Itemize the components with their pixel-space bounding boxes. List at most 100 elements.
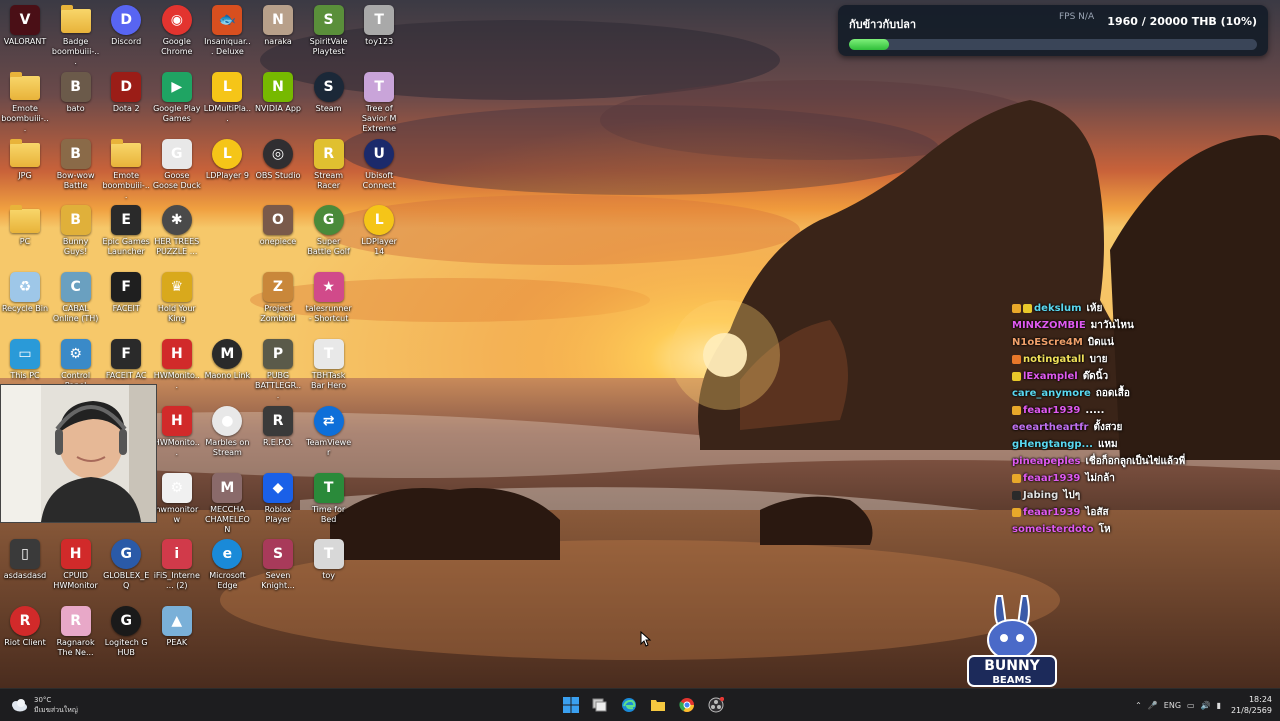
desktop-icon-hwmonito[interactable]: H HWMonito... [152,401,202,458]
chat-message: Jabing ไปๆ [1012,487,1272,504]
edge-taskbar-button[interactable] [614,693,643,717]
desktop-icon-ldplayer-14[interactable]: L LDPlayer 14 [354,200,404,257]
chrome-taskbar-button[interactable] [672,693,701,717]
desktop-icon-google-chrome[interactable]: ◉ Google Chrome [152,0,202,57]
desktop-icon-faceit-ac[interactable]: F FACEIT AC [101,334,151,381]
desktop-icon-label: LDMultiPla... [203,103,251,123]
obs-taskbar-button[interactable] [701,693,730,717]
chat-username: pineapeples [1012,456,1081,467]
clock-date: 21/8/2569 [1230,706,1272,715]
desktop-icon-globlex-eq[interactable]: G GLOBLEX_EQ [101,534,151,591]
volume-icon[interactable]: 🔊 [1201,701,1211,710]
desktop-icon-naraka[interactable]: Nnaraka [253,0,303,47]
display-icon[interactable]: ▭ [1187,701,1195,710]
desktop-icon-ldplayer-9[interactable]: L LDPlayer 9 [202,134,252,181]
desktop-icon-this-pc[interactable]: ▭ This PC [0,334,50,381]
dota-2-icon: D [111,71,142,102]
desktop-icon-super-battle-golf[interactable]: G Super Battle Golf [304,200,354,257]
chat-text: ..... [1085,405,1105,416]
desktop-icon-recycle-bin[interactable]: ♻ Recycle Bin [0,267,50,314]
desktop-icon-ubisoft-connect[interactable]: U Ubisoft Connect [354,134,404,191]
desktop-icon-label: Steam [315,103,342,113]
desktop-icon-emote-boombuiii[interactable]: Emote boombuiii-... [0,67,50,134]
desktop-icon-discord[interactable]: D Discord [101,0,151,47]
desktop-icon-nvidia-app[interactable]: N NVIDIA App [253,67,303,114]
desktop-icon-asdasdasd[interactable]: ▯ asdasdasd [0,534,50,581]
desktop-icon-steam[interactable]: S Steam [304,67,354,114]
desktop-icon-emote-boombuiii[interactable]: Emote boombuiii-... [101,134,151,201]
file-explorer-taskbar-button[interactable] [643,693,672,717]
desktop-icon-microsoft-edge[interactable]: e Microsoft Edge [202,534,252,591]
stream-chat-overlay: dekslum เห้ย MINKZOMBIE มาวันไหน N1oEScre4M บ… [1012,300,1272,538]
chat-text: ไปๆ [1063,490,1081,501]
desktop-icon-bow-wow-battle[interactable]: B Bow-wow Battle [51,134,101,191]
desktop-icon-peak[interactable]: ▲ PEAK [152,601,202,648]
taskbar: 30°C มีเมฆส่วนใหญ่ ⌃ 🎤 ENG ▭ 🔊 ▮ 18:24 2… [0,688,1280,721]
desktop-icon-r-e-p-o[interactable]: R R.E.P.O. [253,401,303,448]
desktop-icon-epic-games-launcher[interactable]: E Epic Games Launcher [101,200,151,257]
desktop-icon-cabal-online-th[interactable]: C CABAL Online (TH) [51,267,101,324]
nvidia-app-icon: N [263,71,293,102]
desktop-icon-stream-racer[interactable]: R Stream Racer [304,134,354,191]
desktop-icon-spiritvale-playtest[interactable]: S SpiritVale Playtest [304,0,354,57]
desktop-icon-dota-2[interactable]: D Dota 2 [101,67,151,114]
desktop-icon-logitech-g-hub[interactable]: G Logitech G HUB [101,601,151,658]
desktop-icon-tree-of-savior-m-extreme[interactable]: T Tree of Savior M Extreme [354,67,404,134]
desktop-icon-control-panel[interactable]: ⚙Control Panel [51,334,101,391]
chat-badge-icon [1012,491,1021,500]
desktop-icon-ldmultipla[interactable]: L LDMultiPla... [202,67,252,124]
desktop-icon-maono-link[interactable]: M Maono Link [202,334,252,381]
desktop-icon-bato[interactable]: Bbato [51,67,101,114]
show-hidden-icons-chevron-icon[interactable]: ⌃ [1135,701,1142,710]
desktop-icon-onepiece[interactable]: Oonepiece [253,200,303,247]
google-chrome-icon: ◉ [161,5,192,35]
desktop-icon-ifis-interne-2[interactable]: i iFiS_Interne... (2) [152,534,202,591]
desktop-icon-seven-knight[interactable]: S Seven Knight... [253,534,303,591]
edge-icon [621,698,636,712]
desktop-icon-pc[interactable]: PC [0,200,50,247]
desktop-icon-faceit[interactable]: F FACEIT [101,267,151,314]
desktop-icon-roblox-player[interactable]: ◆ Roblox Player [253,468,303,525]
desktop-icon-insaniquar-deluxe[interactable]: 🐟 Insaniquar... Deluxe [202,0,252,57]
desktop-icon-project-zomboid[interactable]: Z Project Zomboid [253,267,303,324]
desktop-icon-google-play-games[interactable]: ▶ Google Play Games [152,67,202,124]
desktop-icon-toy[interactable]: Ttoy [304,534,354,581]
desktop-icon-cpuid-hwmonitor[interactable]: H CPUID HWMonitor [51,534,101,591]
language-indicator[interactable]: ENG [1164,701,1181,710]
hold-your-king-icon: ♛ [161,272,192,303]
battery-icon[interactable]: ▮ [1217,701,1221,710]
desktop-icon-time-for-bed[interactable]: T Time for Bed [304,468,354,525]
desktop-icon-pubg-battlegr[interactable]: P PUBG BATTLEGR... [253,334,303,401]
start-button[interactable] [556,693,585,717]
weather-widget[interactable]: 30°C มีเมฆส่วนใหญ่ [10,693,78,717]
clock[interactable]: 18:24 21/8/2569 [1231,694,1272,716]
desktop-icon-badge-boombuiii[interactable]: Badge boombuiii-... [51,0,101,67]
task-view-button[interactable] [585,693,614,717]
desktop-icon-goose-goose-duck[interactable]: G Goose Goose Duck [152,134,202,191]
desktop-icon-talesrunner-shortcut[interactable]: ★ talesrunner - Shortcut [304,267,354,324]
desktop-icon-riot-client[interactable]: R Riot Client [0,601,50,648]
desktop-icon-label: LDPlayer 14 [361,237,397,257]
goal-title: กับข้าวกับปลา [849,18,917,31]
obs-studio-icon: ◎ [263,138,293,169]
desktop-icon-tbhtask-bar-hero[interactable]: T TBHTask Bar Hero [304,334,354,391]
desktop-icon-obs-studio[interactable]: ◎ OBS Studio [253,134,303,181]
desktop-icon-label: asdasdasd [3,571,47,581]
desktop-icon-her-trees-puzzle[interactable]: ✱ HER TREES PUZZLE ... [152,200,202,257]
desktop-icon-hold-your-king[interactable]: ♛ Hold Your King [152,267,202,324]
desktop-icon-valorant[interactable]: V VALORANT [0,0,50,47]
desktop-icon-label: HWMonito... [153,371,200,390]
desktop-icon-bunny-guys[interactable]: B Bunny Guys! [51,200,101,257]
desktop-icon-teamviewer[interactable]: ⇄ TeamViewer [304,401,354,458]
desktop-icon-hwmonito[interactable]: H HWMonito... [152,334,202,391]
microphone-icon[interactable]: 🎤 [1148,701,1158,710]
desktop-icon-meccha-chameleon[interactable]: M MECCHA CHAMELEON [202,468,252,535]
chat-username: Jabing [1023,490,1059,501]
desktop-icon-ragnarok-the-ne[interactable]: R Ragnarok The Ne... [51,601,101,658]
desktop-icon-hwmonitorw[interactable]: ⚙ hwmonitorw [152,468,202,525]
desktop-icon-label: Recycle Bin [1,304,49,314]
desktop-icon-jpg[interactable]: JPG [0,134,50,181]
chat-text: ไอสัส [1085,507,1109,518]
desktop-icon-toy123[interactable]: Ttoy123 [354,0,404,47]
desktop-icon-marbles-on-stream[interactable]: ● Marbles on Stream [202,401,252,458]
